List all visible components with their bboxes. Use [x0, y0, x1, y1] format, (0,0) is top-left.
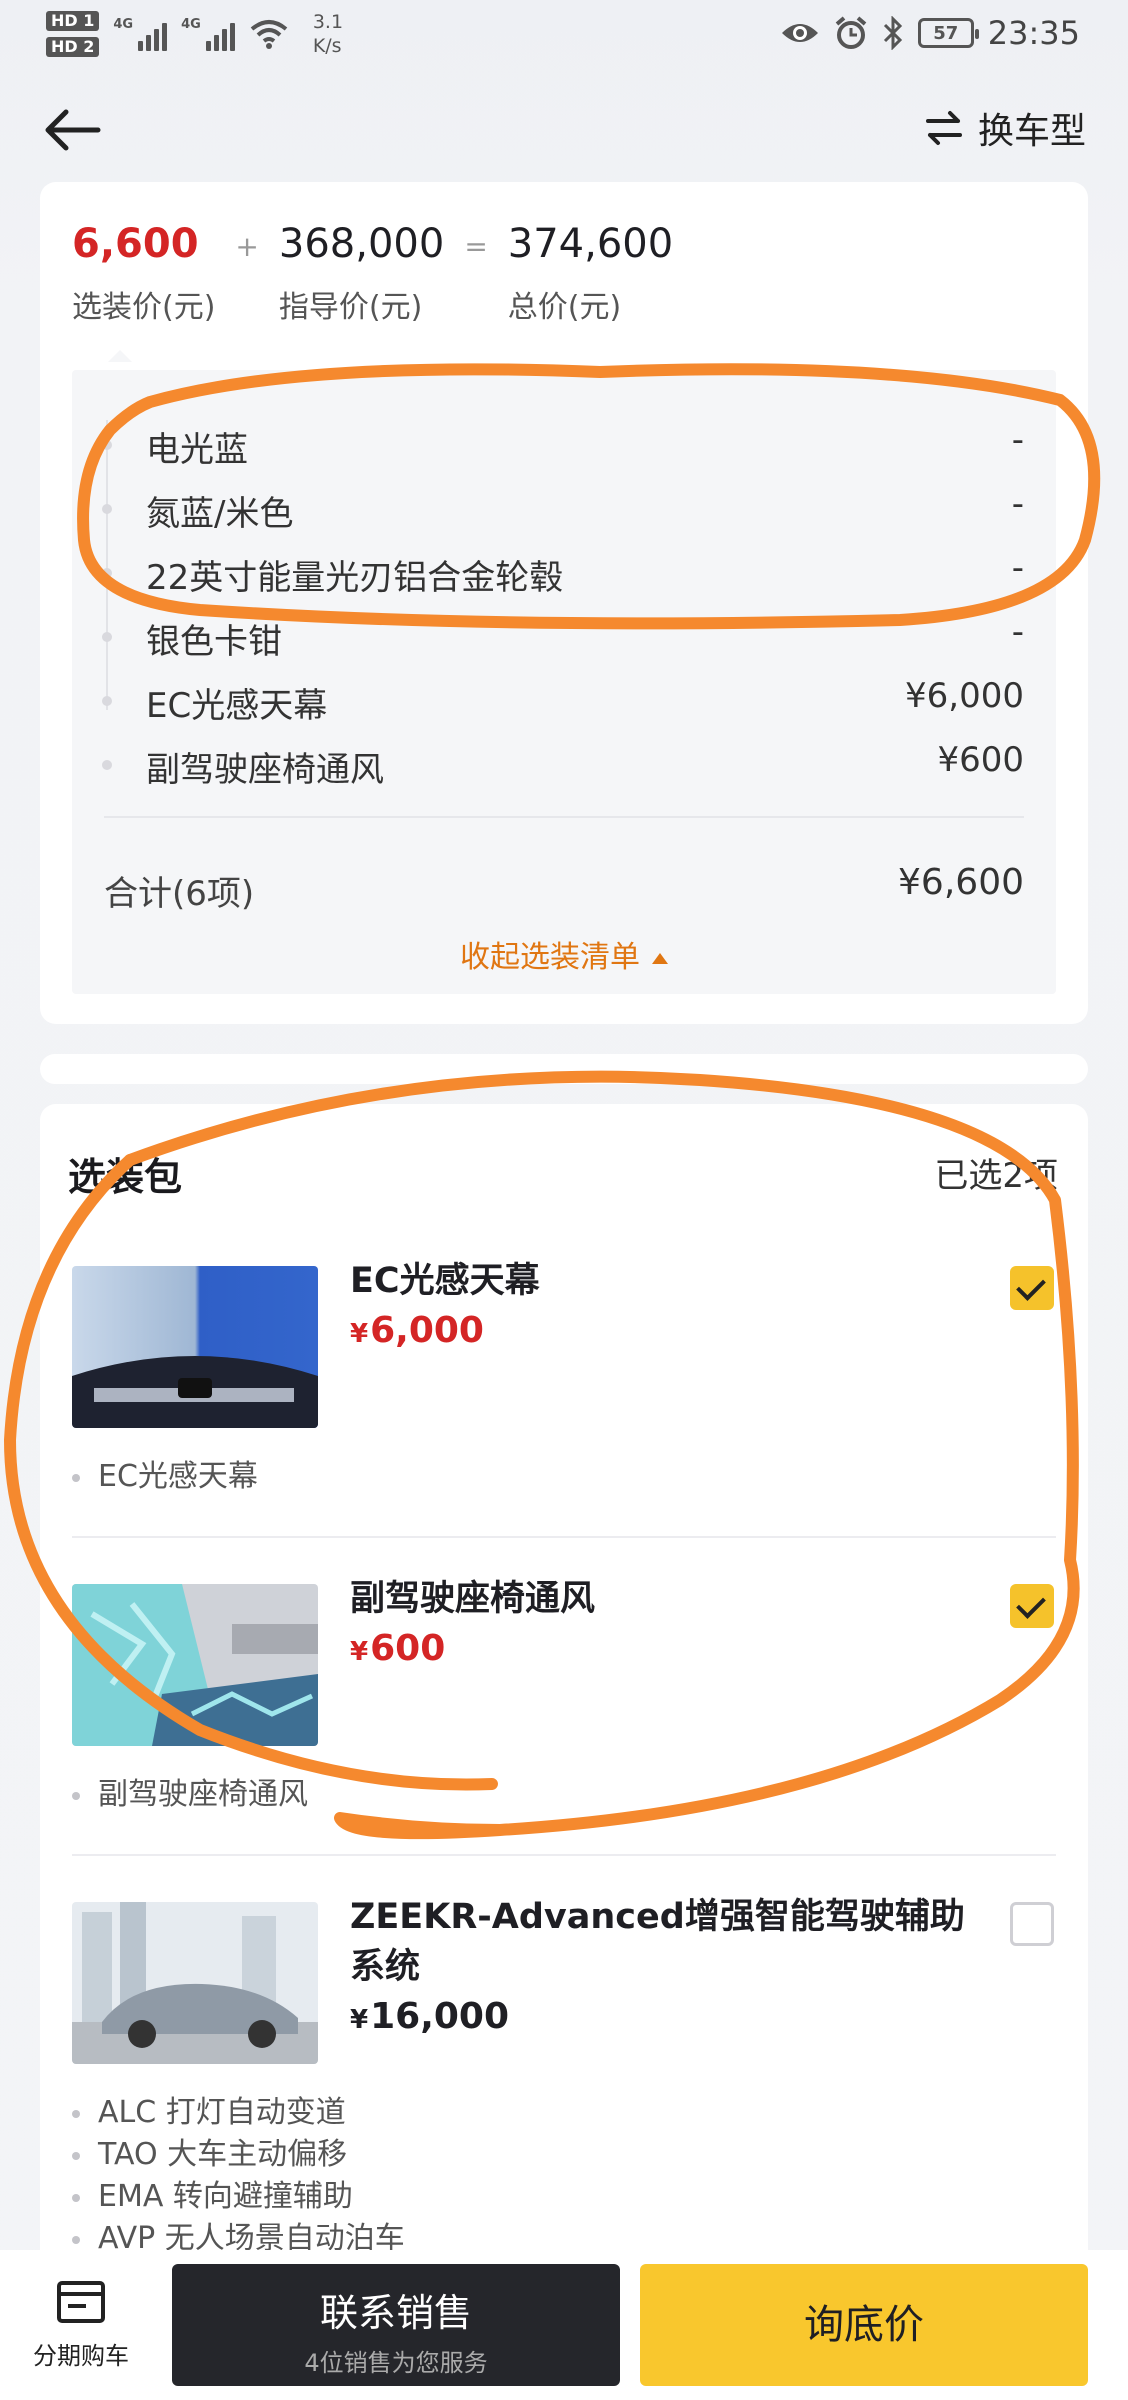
divider — [72, 1536, 1056, 1538]
package-checkbox-unchecked[interactable] — [1010, 1902, 1054, 1946]
total-price-block: 374,600 总价(元) — [508, 218, 673, 326]
collapse-list-button[interactable]: 收起选装清单 — [72, 932, 1056, 976]
sim1-badge: HD 1 — [46, 11, 100, 31]
installment-card-icon — [57, 2281, 105, 2323]
package-feature: TAO 大车主动偏移 — [72, 2134, 347, 2176]
package-price: ¥600 — [350, 1628, 446, 1669]
option-row: 银色卡钳 - — [72, 608, 1056, 668]
car-thumbnail — [72, 1902, 318, 2064]
switch-model-button[interactable]: 换车型 — [924, 102, 1086, 154]
option-row: 副驾驶座椅通风 ¥600 — [72, 736, 1056, 796]
guide-price: 368,000 — [278, 221, 445, 267]
package-name: ZEEKR-Advanced增强智能驾驶辅助系统 — [350, 1897, 965, 1987]
option-price: 6,600 — [72, 221, 199, 267]
ask-price-label: 询底价 — [804, 2302, 924, 2348]
sim2-badge: HD 2 — [46, 37, 100, 57]
swap-icon — [925, 111, 962, 145]
selected-count: 已选2项 — [934, 1156, 1058, 1196]
installment-button[interactable]: 分期购车 — [26, 2280, 136, 2371]
clock: 23:35 — [987, 14, 1080, 52]
bottom-action-bar: 分期购车 联系销售 4位销售为您服务 询底价 — [0, 2250, 1128, 2400]
guide-price-block: 368,000 指导价(元) — [279, 218, 444, 326]
plus-sign: + — [235, 230, 259, 263]
network-speed: 3.1 K/s — [312, 11, 344, 57]
alarm-icon — [835, 16, 867, 49]
sunroof-thumbnail — [72, 1266, 318, 1428]
option-list: 电光蓝 - 氮蓝/米色 - 22英寸能量光刃铝合金轮毂 - 银色卡钳 - EC光感天幕 ¥… — [72, 350, 1056, 994]
bluetooth-icon — [883, 16, 902, 50]
option-price-label: 选装价(元) — [72, 290, 216, 325]
caret-up-icon — [652, 953, 668, 964]
packages-title: 选装包 — [68, 1155, 183, 1199]
divider — [104, 816, 1024, 818]
total-value: ¥6,600 — [898, 862, 1024, 903]
collapse-label: 收起选装清单 — [460, 940, 640, 975]
option-packages-card: 选装包 已选2项 EC光感天幕 ¥6,000 EC光感天幕 副驾驶座椅通风 ¥6… — [40, 1104, 1088, 2400]
package-name: 副驾驶座椅通风 — [350, 1579, 596, 1619]
package-feature: 副驾驶座椅通风 — [72, 1774, 308, 1816]
package-price: ¥6,000 — [350, 1310, 484, 1351]
contact-sales-subtext: 4位销售为您服务 — [304, 2349, 488, 2377]
eye-icon — [781, 24, 818, 42]
package-checkbox-checked[interactable] — [1010, 1584, 1054, 1628]
package-price: ¥16,000 — [350, 1996, 510, 2037]
battery-icon: 57 — [917, 18, 979, 48]
total-label: 合计(6项) — [104, 874, 255, 914]
installment-label: 分期购车 — [33, 2342, 129, 2370]
switch-model-label: 换车型 — [977, 111, 1086, 152]
option-row: 22英寸能量光刃铝合金轮毂 - — [72, 544, 1056, 604]
package-feature: EC光感天幕 — [72, 1456, 258, 1498]
price-summary-card: 6,600 选装价(元) + 368,000 指导价(元) = 374,600 … — [40, 182, 1088, 1024]
contact-sales-label: 联系销售 — [319, 2291, 472, 2335]
guide-price-label: 指导价(元) — [278, 290, 423, 325]
signal-icon: 4G — [113, 17, 168, 51]
top-nav: 换车型 — [0, 90, 1128, 170]
package-name: EC光感天幕 — [350, 1261, 540, 1301]
option-row: EC光感天幕 ¥6,000 — [72, 672, 1056, 732]
option-row: 氮蓝/米色 - — [72, 480, 1056, 540]
option-price-block: 6,600 选装价(元) — [72, 218, 215, 326]
contact-sales-button[interactable]: 联系销售 4位销售为您服务 — [172, 2264, 620, 2386]
divider — [72, 1854, 1056, 1856]
ask-lowest-price-button[interactable]: 询底价 — [640, 2264, 1088, 2386]
wifi-icon — [250, 20, 288, 49]
seat-thumbnail — [72, 1584, 318, 1746]
package-feature: ALC 打灯自动变道 — [72, 2092, 346, 2134]
package-feature: EMA 转向避撞辅助 — [72, 2176, 353, 2218]
back-arrow-icon[interactable] — [40, 100, 110, 160]
spacer-card — [40, 1054, 1088, 1084]
equals-sign: = — [464, 230, 488, 263]
total-price-label: 总价(元) — [507, 290, 622, 325]
total-price: 374,600 — [507, 221, 674, 267]
package-checkbox-checked[interactable] — [1010, 1266, 1054, 1310]
status-bar: HD 1 HD 2 4G 4G 3.1 K/s 57 23:35 — [0, 0, 1128, 80]
signal-icon-2: 4G — [181, 17, 235, 51]
option-row: 电光蓝 - — [72, 416, 1056, 476]
